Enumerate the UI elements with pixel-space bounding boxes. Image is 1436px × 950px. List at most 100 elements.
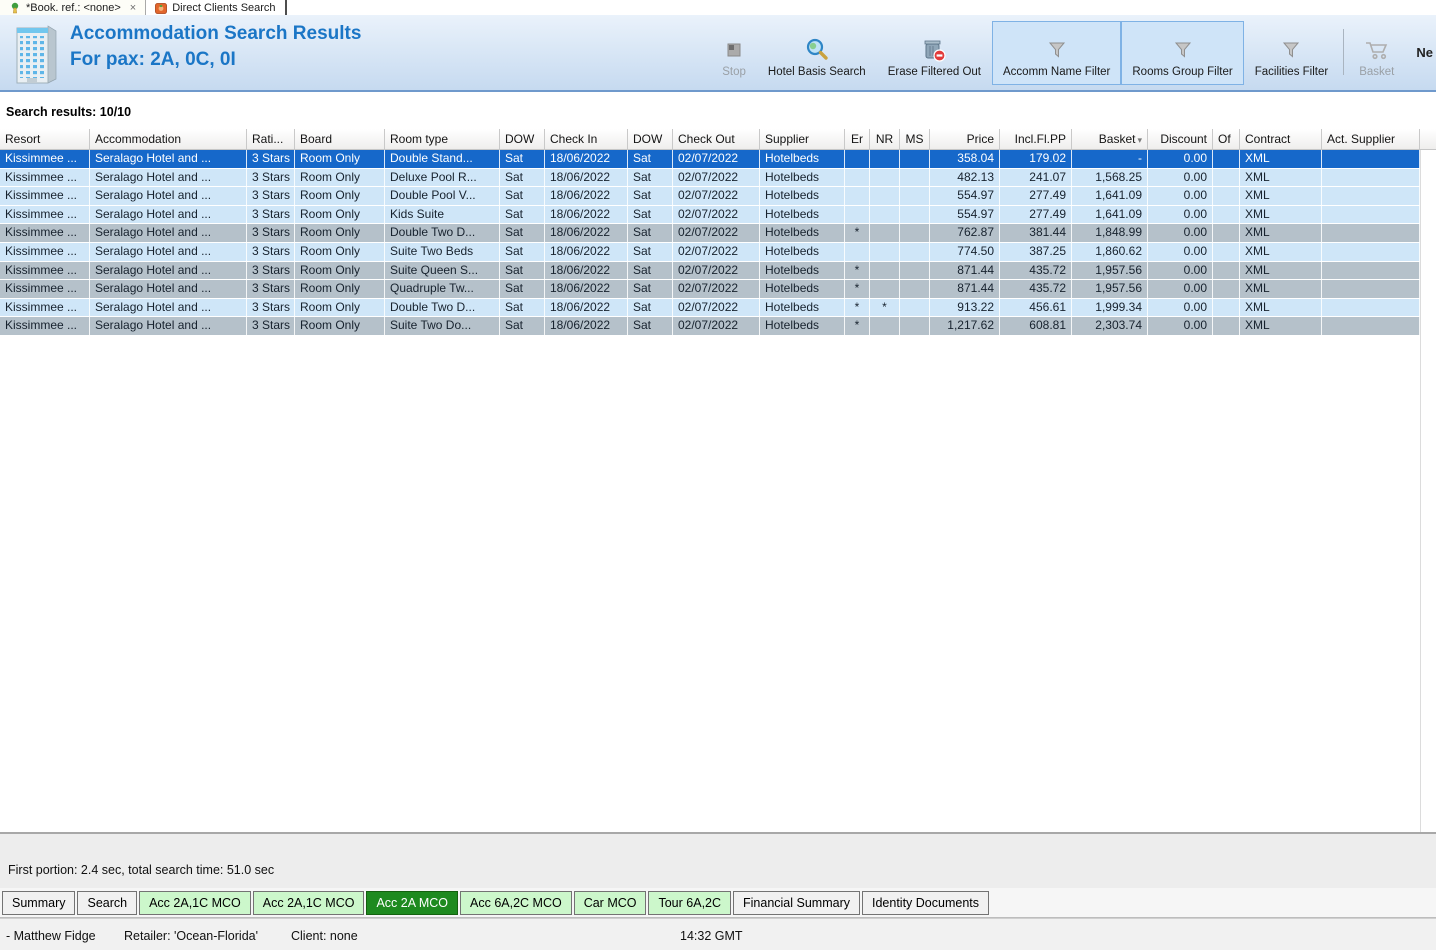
- bottom-tab-tour-6a-2c[interactable]: Tour 6A,2C: [648, 890, 732, 915]
- cell-board: Room Only: [295, 242, 385, 261]
- stop-button[interactable]: Stop: [711, 21, 757, 85]
- result-row[interactable]: Kissimmee ... Seralago Hotel and ... 3 Sta…: [0, 150, 1420, 169]
- rooms-group-filter-button[interactable]: Rooms Group Filter: [1121, 21, 1244, 85]
- cell-er: *: [845, 261, 870, 280]
- column-header-dow_out[interactable]: DOW: [628, 129, 673, 149]
- column-header-resort[interactable]: Resort: [0, 129, 90, 149]
- bottom-tab-car-mco[interactable]: Car MCO: [573, 890, 647, 915]
- erase-filtered-out-button[interactable]: Erase Filtered Out: [877, 21, 992, 85]
- result-row[interactable]: Kissimmee ... Seralago Hotel and ... 3 Sta…: [0, 224, 1420, 243]
- result-row[interactable]: Kissimmee ... Seralago Hotel and ... 3 Sta…: [0, 187, 1420, 206]
- cell-accommodation: Seralago Hotel and ...: [90, 280, 247, 298]
- cell-rating: 3 Stars: [247, 205, 295, 224]
- cell-price: 774.50: [930, 242, 1000, 261]
- column-header-supplier[interactable]: Supplier: [760, 129, 845, 149]
- result-row[interactable]: Kissimmee ... Seralago Hotel and ... 3 Sta…: [0, 280, 1420, 299]
- cell-check_out: 02/07/2022: [673, 187, 760, 205]
- result-row[interactable]: Kissimmee ... Seralago Hotel and ... 3 Sta…: [0, 242, 1420, 262]
- column-header-act_supplier[interactable]: Act. Supplier: [1322, 129, 1420, 149]
- result-row[interactable]: Kissimmee ... Seralago Hotel and ... 3 Sta…: [0, 261, 1420, 281]
- bottom-tab-acc-2a-1c-mco[interactable]: Acc 2A,1C MCO: [139, 890, 251, 915]
- result-row[interactable]: Kissimmee ... Seralago Hotel and ... 3 Sta…: [0, 298, 1420, 318]
- cell-price: 554.97: [930, 205, 1000, 224]
- cell-incl_fl_pp: 277.49: [1000, 187, 1072, 205]
- column-header-nr[interactable]: NR: [870, 129, 900, 149]
- cell-ms: [900, 224, 930, 242]
- cell-accommodation: Seralago Hotel and ...: [90, 205, 247, 224]
- column-header-dow_in[interactable]: DOW: [500, 129, 545, 149]
- filter-funnel-icon: [1047, 36, 1067, 64]
- cell-dow_out: Sat: [628, 261, 673, 280]
- cell-contract: XML: [1240, 280, 1322, 298]
- accomm-name-filter-button[interactable]: Accomm Name Filter: [992, 21, 1122, 85]
- cell-supplier: Hotelbeds: [760, 224, 845, 242]
- bottom-tab-summary[interactable]: Summary: [2, 890, 76, 915]
- cell-board: Room Only: [295, 205, 385, 224]
- cell-dow_in: Sat: [500, 317, 545, 335]
- column-header-board[interactable]: Board: [295, 129, 385, 149]
- bottom-tab-acc-2a-1c-mco[interactable]: Acc 2A,1C MCO: [252, 890, 365, 915]
- cell-check_out: 02/07/2022: [673, 317, 760, 335]
- column-header-check_in[interactable]: Check In: [545, 129, 628, 149]
- cell-resort: Kissimmee ...: [0, 205, 90, 224]
- result-row[interactable]: Kissimmee ... Seralago Hotel and ... 3 Sta…: [0, 317, 1420, 336]
- cell-supplier: Hotelbeds: [760, 150, 845, 168]
- cell-check_out: 02/07/2022: [673, 205, 760, 224]
- cell-of: [1213, 280, 1240, 298]
- stop-icon: [727, 36, 741, 64]
- cell-accommodation: Seralago Hotel and ...: [90, 187, 247, 205]
- search-timing-bar: First portion: 2.4 sec, total search tim…: [0, 833, 1436, 888]
- column-header-incl_fl_pp[interactable]: Incl.Fl.PP: [1000, 129, 1072, 149]
- result-row[interactable]: Kissimmee ... Seralago Hotel and ... 3 Sta…: [0, 168, 1420, 188]
- cell-supplier: Hotelbeds: [760, 317, 845, 335]
- basket-button[interactable]: Basket: [1348, 21, 1405, 85]
- tab-book-ref[interactable]: *Book. ref.: <none> ×: [0, 0, 147, 15]
- column-header-room_type[interactable]: Room type: [385, 129, 500, 149]
- column-header-basket[interactable]: Basket ▾: [1072, 129, 1148, 149]
- close-icon[interactable]: ×: [130, 2, 136, 14]
- filter-funnel-icon: [1173, 36, 1193, 64]
- bottom-tab-financial-summary[interactable]: Financial Summary: [733, 890, 860, 915]
- column-header-of[interactable]: Of: [1213, 129, 1240, 149]
- cell-resort: Kissimmee ...: [0, 150, 90, 168]
- cell-discount: 0.00: [1148, 205, 1213, 224]
- cell-discount: 0.00: [1148, 150, 1213, 168]
- cell-room_type: Suite Two Beds: [385, 242, 500, 261]
- cell-er: [845, 242, 870, 261]
- cell-act_supplier: [1322, 224, 1420, 242]
- cell-dow_in: Sat: [500, 205, 545, 224]
- cell-ms: [900, 150, 930, 168]
- column-header-ms[interactable]: MS: [900, 129, 930, 149]
- bottom-tab-identity-documents[interactable]: Identity Documents: [862, 890, 989, 915]
- cell-basket: 1,957.56: [1072, 261, 1148, 280]
- column-header-discount[interactable]: Discount: [1148, 129, 1213, 149]
- column-header-check_out[interactable]: Check Out: [673, 129, 760, 149]
- cell-act_supplier: [1322, 187, 1420, 205]
- column-header-contract[interactable]: Contract: [1240, 129, 1322, 149]
- cell-incl_fl_pp: 179.02: [1000, 150, 1072, 168]
- cell-discount: 0.00: [1148, 242, 1213, 261]
- cell-basket: 2,303.74: [1072, 317, 1148, 335]
- cell-of: [1213, 205, 1240, 224]
- column-header-price[interactable]: Price: [930, 129, 1000, 149]
- new-search-button[interactable]: Ne: [1405, 21, 1436, 85]
- cell-ms: [900, 280, 930, 298]
- cell-basket: 1,860.62: [1072, 242, 1148, 261]
- bottom-tab-acc-6a-2c-mco[interactable]: Acc 6A,2C MCO: [460, 890, 572, 915]
- cell-dow_in: Sat: [500, 150, 545, 168]
- bottom-tab-acc-2a-mco[interactable]: Acc 2A MCO: [366, 890, 459, 915]
- tab-direct-clients-search[interactable]: Direct Clients Search: [146, 0, 287, 15]
- cell-dow_out: Sat: [628, 168, 673, 187]
- page-title-block: Accommodation Search Results For pax: 2A…: [70, 21, 361, 73]
- column-header-er[interactable]: Er: [845, 129, 870, 149]
- cell-er: *: [845, 224, 870, 242]
- hotel-building-icon: [16, 25, 57, 84]
- column-header-rating[interactable]: Rati...: [247, 129, 295, 149]
- column-header-accommodation[interactable]: Accommodation: [90, 129, 247, 149]
- facilities-filter-button[interactable]: Facilities Filter: [1244, 21, 1339, 85]
- bottom-tab-search[interactable]: Search: [77, 890, 138, 915]
- cell-accommodation: Seralago Hotel and ...: [90, 150, 247, 168]
- result-row[interactable]: Kissimmee ... Seralago Hotel and ... 3 Sta…: [0, 205, 1420, 225]
- hotel-basis-search-button[interactable]: Hotel Basis Search: [757, 21, 877, 85]
- cell-accommodation: Seralago Hotel and ...: [90, 298, 247, 317]
